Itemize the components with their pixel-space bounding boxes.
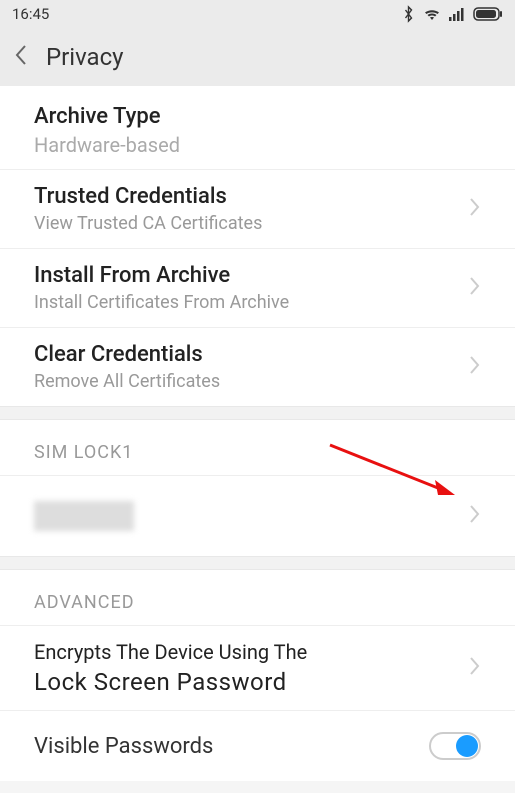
signal-icon [449, 7, 465, 21]
item-title: Archive Type [34, 104, 481, 129]
trusted-credentials-item[interactable]: Trusted Credentials View Trusted CA Cert… [0, 170, 515, 249]
item-subtitle: Remove All Certificates [34, 371, 469, 392]
redacted-content [34, 501, 134, 531]
status-bar: 16:45 [0, 0, 515, 28]
toggle-knob [456, 735, 478, 757]
chevron-right-icon [469, 504, 481, 528]
chevron-right-icon [469, 656, 481, 680]
item-title-2: Lock Screen Password [34, 668, 469, 696]
archive-type-item[interactable]: Archive Type Hardware-based [0, 86, 515, 169]
item-title: Visible Passwords [34, 734, 429, 759]
settings-list: Archive Type Hardware-based Trusted Cred… [0, 86, 515, 781]
clear-credentials-item[interactable]: Clear Credentials Remove All Certificate… [0, 328, 515, 406]
status-icons [402, 5, 503, 23]
item-subtitle: Hardware-based [34, 133, 481, 157]
page-title: Privacy [46, 43, 124, 71]
item-title: Install From Archive [34, 263, 469, 288]
bluetooth-icon [402, 5, 415, 23]
status-time: 16:45 [12, 5, 49, 23]
chevron-right-icon [469, 197, 481, 221]
item-title: Encrypts The Device Using The [34, 640, 469, 664]
header: Privacy [0, 28, 515, 86]
chevron-right-icon [469, 276, 481, 300]
back-icon[interactable] [14, 44, 28, 70]
wifi-icon [423, 7, 441, 21]
item-title: Clear Credentials [34, 342, 469, 367]
encrypt-device-item[interactable]: Encrypts The Device Using The Lock Scree… [0, 626, 515, 711]
battery-icon [473, 7, 503, 21]
item-subtitle: Install Certificates From Archive [34, 292, 469, 313]
sim-lock-section-header: SIM LOCK1 [0, 420, 515, 476]
sim-lock-item[interactable] [0, 476, 515, 556]
advanced-section-header: ADVANCED [0, 570, 515, 626]
visible-passwords-item[interactable]: Visible Passwords [0, 711, 515, 781]
visible-passwords-toggle[interactable] [429, 732, 481, 760]
item-subtitle: View Trusted CA Certificates [34, 213, 469, 234]
item-title: Trusted Credentials [34, 184, 469, 209]
install-from-archive-item[interactable]: Install From Archive Install Certificate… [0, 249, 515, 328]
chevron-right-icon [469, 355, 481, 379]
